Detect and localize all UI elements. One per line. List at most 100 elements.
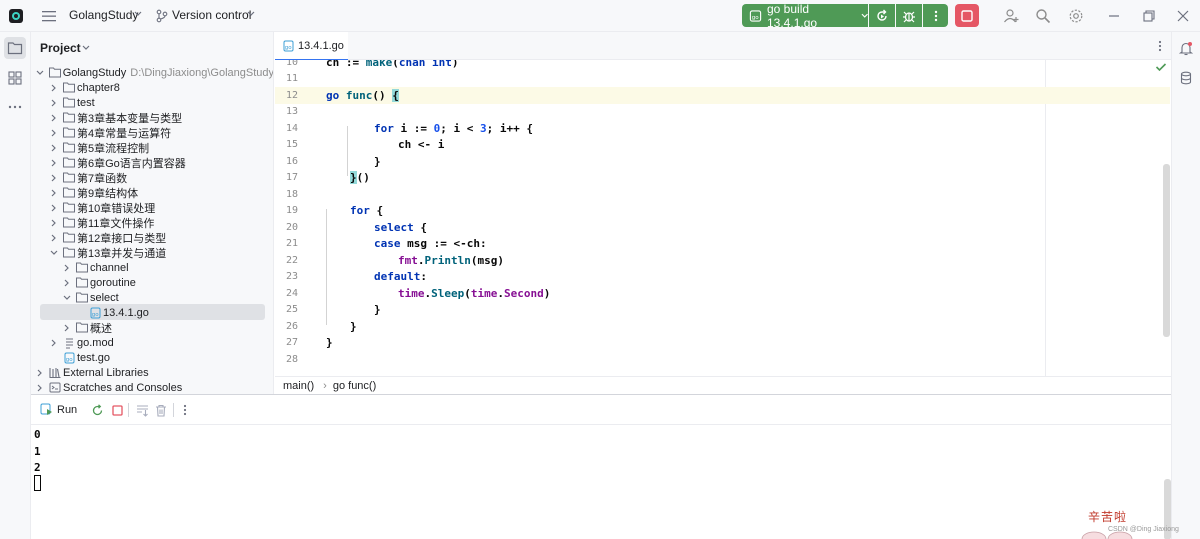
breadcrumb-item-main[interactable]: main() <box>283 380 314 392</box>
collapsed-arrow-icon[interactable] <box>49 113 59 123</box>
expanded-arrow-icon[interactable] <box>49 248 59 258</box>
more-vertical-icon <box>183 404 187 416</box>
code-text: } <box>374 154 381 168</box>
main-menu-icon[interactable] <box>42 10 56 22</box>
expanded-arrow-icon[interactable] <box>62 293 72 303</box>
tree-folder-ch3[interactable]: 第3章基本变量与类型 <box>31 110 273 125</box>
watermark: CSDN @Ding Jiaxiong <box>1108 526 1179 533</box>
tree-folder-ch5[interactable]: 第5章流程控制 <box>31 140 273 155</box>
check-icon[interactable] <box>1155 62 1167 72</box>
tree-file-test-go[interactable]: go test.go <box>31 350 273 365</box>
tree-folder-select[interactable]: select <box>31 290 273 305</box>
stop-button[interactable] <box>955 4 979 27</box>
tree-folder-ch6[interactable]: 第6章Go语言内置容器 <box>31 155 273 170</box>
tree-root[interactable]: GolangStudy D:\DingJiaxiong\GolangStudy <box>31 65 273 80</box>
search-icon[interactable] <box>1035 8 1051 24</box>
tree-folder-chapter8[interactable]: chapter8 <box>31 80 273 95</box>
editor-scrollbar[interactable] <box>1163 164 1170 337</box>
code-line: 19 for { <box>285 204 384 218</box>
run-tab[interactable]: Run <box>40 403 77 416</box>
sticker-text: 辛苦啦 <box>1088 510 1128 524</box>
stop-icon <box>111 404 123 416</box>
collapsed-arrow-icon[interactable] <box>49 203 59 213</box>
add-user-icon[interactable] <box>1003 8 1019 24</box>
project-panel-title[interactable]: Project <box>40 41 81 55</box>
run-configuration-selector[interactable]: go go build 13.4.1.go <box>742 2 868 30</box>
tree-folder-ch12[interactable]: 第12章接口与类型 <box>31 230 273 245</box>
clear-all-button[interactable] <box>154 403 168 417</box>
debug-button[interactable] <box>896 4 922 27</box>
collapsed-arrow-icon[interactable] <box>49 158 59 168</box>
structure-tool-button[interactable] <box>4 67 26 89</box>
collapsed-arrow-icon[interactable] <box>49 173 59 183</box>
more-options-button[interactable] <box>178 403 192 417</box>
code-text: case msg := <-ch: <box>374 237 487 251</box>
project-tool-button[interactable] <box>4 37 26 59</box>
tree-folder-ch7[interactable]: 第7章函数 <box>31 170 273 185</box>
structure-icon <box>8 71 22 85</box>
library-icon <box>49 367 61 378</box>
close-icon[interactable] <box>1175 8 1191 24</box>
tree-folder-goroutine[interactable]: goroutine <box>31 275 273 290</box>
go-file-icon: go <box>749 9 762 22</box>
collapsed-arrow-icon[interactable] <box>49 143 59 153</box>
tree-folder-ch9[interactable]: 第9章结构体 <box>31 185 273 200</box>
tree-folder-ch13[interactable]: 第13章并发与通道 <box>31 245 273 260</box>
code-line: 20 select { <box>285 220 427 234</box>
collapsed-arrow-icon[interactable] <box>49 218 59 228</box>
folder-icon <box>63 127 75 138</box>
collapsed-arrow-icon[interactable] <box>62 323 72 333</box>
goland-logo-icon[interactable] <box>8 8 24 24</box>
more-vertical-icon[interactable] <box>1158 40 1162 52</box>
breadcrumb-item-go-func[interactable]: go func() <box>333 380 376 392</box>
collapsed-arrow-icon[interactable] <box>62 263 72 273</box>
tree-external-libraries[interactable]: External Libraries <box>31 365 273 380</box>
tree-scratches-and-consoles[interactable]: Scratches and Consoles <box>31 380 273 394</box>
code-editor[interactable]: 10 ch := make(chan int) 11 12 go func() … <box>275 60 1171 376</box>
console-input-caret[interactable] <box>34 475 41 491</box>
collapsed-arrow-icon[interactable] <box>49 98 59 108</box>
code-line: 22 fmt.Println(msg) <box>285 253 504 267</box>
folder-icon <box>63 157 75 168</box>
stop-run-button[interactable] <box>110 403 124 417</box>
folder-icon <box>63 97 75 108</box>
tree-folder-ch10[interactable]: 第10章错误处理 <box>31 200 273 215</box>
notifications-button[interactable] <box>1175 37 1197 59</box>
code-text: time.Sleep(time.Second) <box>398 286 551 300</box>
more-tool-windows-button[interactable] <box>4 96 26 118</box>
console-output[interactable]: 0 1 2 <box>31 425 1171 539</box>
folder-icon <box>76 277 88 288</box>
scroll-to-end-button[interactable] <box>135 403 149 417</box>
tree-folder-channel[interactable]: channel <box>31 260 273 275</box>
rerun-button[interactable] <box>869 4 895 27</box>
restore-icon[interactable] <box>1141 8 1157 24</box>
run-toolbar: Run <box>31 395 1171 425</box>
project-selector[interactable]: GolangStudy <box>69 8 138 22</box>
collapsed-arrow-icon[interactable] <box>49 188 59 198</box>
collapsed-arrow-icon[interactable] <box>49 128 59 138</box>
collapsed-arrow-icon[interactable] <box>49 338 59 348</box>
gear-icon[interactable] <box>1068 8 1084 24</box>
project-tool-window: Project GolangStudy D:\DingJiaxiong\Gola… <box>31 32 274 394</box>
tree-folder-test[interactable]: test <box>31 95 273 110</box>
version-control-menu[interactable]: Version control <box>172 8 251 22</box>
database-icon <box>1180 71 1192 85</box>
chevron-down-icon[interactable] <box>82 45 90 51</box>
collapsed-arrow-icon[interactable] <box>35 368 45 378</box>
rerun-button[interactable] <box>90 403 104 417</box>
tree-folder-ch11[interactable]: 第11章文件操作 <box>31 215 273 230</box>
more-run-actions-button[interactable] <box>923 4 948 27</box>
collapsed-arrow-icon[interactable] <box>49 83 59 93</box>
code-text: ch := make(chan int) <box>326 60 459 69</box>
collapsed-arrow-icon[interactable] <box>35 383 45 393</box>
tree-folder-overview[interactable]: 概述 <box>31 320 273 335</box>
tree-folder-ch4[interactable]: 第4章常量与运算符 <box>31 125 273 140</box>
tree-file-13-4-1-go[interactable]: go 13.4.1.go <box>31 304 273 320</box>
collapsed-arrow-icon[interactable] <box>49 233 59 243</box>
database-tool-button[interactable] <box>1175 67 1197 89</box>
minimize-icon[interactable] <box>1106 8 1122 24</box>
collapsed-arrow-icon[interactable] <box>62 278 72 288</box>
expanded-arrow-icon[interactable] <box>35 68 45 78</box>
tab-13-4-1-go[interactable]: go 13.4.1.go <box>275 32 348 61</box>
tree-file-go-mod[interactable]: go.mod <box>31 335 273 350</box>
